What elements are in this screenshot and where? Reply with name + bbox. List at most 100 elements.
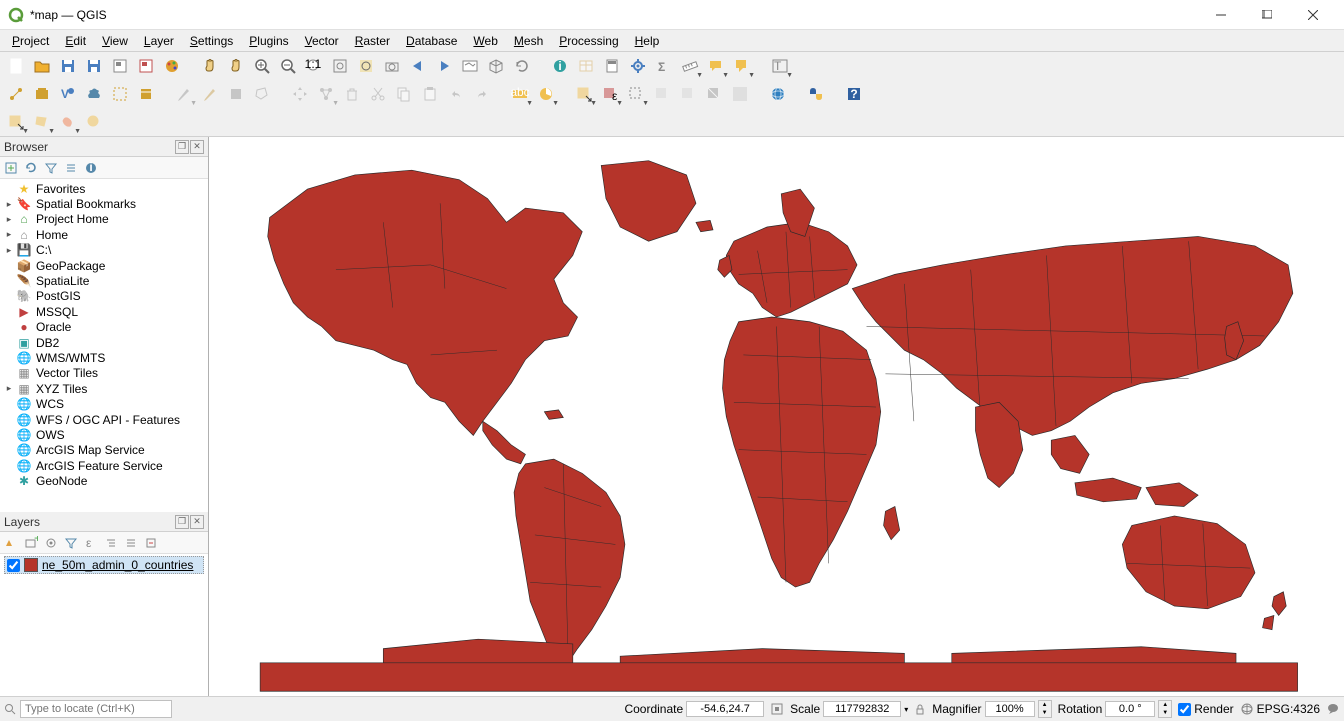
menu-database[interactable]: Database [398, 32, 465, 50]
browser-item-project-home[interactable]: ▸⌂Project Home [0, 212, 208, 227]
collapse-all-button[interactable] [122, 534, 140, 552]
filter-button[interactable] [42, 159, 60, 177]
layout-manager-button[interactable] [134, 54, 158, 78]
layers-panel-header[interactable]: Layers ❐ ✕ [0, 512, 208, 532]
new-spatialite-button[interactable] [82, 82, 106, 106]
browser-item-xyz-tiles[interactable]: ▸▦XYZ Tiles [0, 381, 208, 396]
select-radius-button[interactable] [82, 110, 106, 134]
menu-settings[interactable]: Settings [182, 32, 241, 50]
map-canvas[interactable] [209, 137, 1344, 696]
select-rect-tool-button[interactable]: ▼ [4, 110, 28, 134]
menu-raster[interactable]: Raster [347, 32, 398, 50]
browser-item-arcgis-feature-service[interactable]: 🌐ArcGIS Feature Service [0, 458, 208, 473]
locator-input[interactable] [20, 700, 172, 718]
menu-layer[interactable]: Layer [136, 32, 182, 50]
close-button[interactable] [1290, 0, 1336, 30]
layer-item[interactable]: ne_50m_admin_0_countries [4, 556, 204, 574]
deselect-all-button[interactable]: ▼ [624, 82, 648, 106]
browser-item-spatialite[interactable]: 🪶SpatiaLite [0, 273, 208, 288]
layer-style-button[interactable] [2, 534, 20, 552]
lock-icon[interactable] [914, 703, 926, 715]
menu-help[interactable]: Help [627, 32, 668, 50]
browser-panel-header[interactable]: Browser ❐ ✕ [0, 137, 208, 157]
new-map-view-button[interactable] [458, 54, 482, 78]
browser-tree[interactable]: ★Favorites▸🔖Spatial Bookmarks▸⌂Project H… [0, 179, 208, 512]
map-tips-button[interactable]: ▼ [704, 54, 728, 78]
extents-icon[interactable] [770, 702, 784, 716]
select-features-button[interactable]: ▼ [572, 82, 596, 106]
statistics-button[interactable]: Σ [652, 54, 676, 78]
open-project-button[interactable] [30, 54, 54, 78]
scale-input[interactable] [823, 701, 901, 717]
magnifier-input[interactable] [985, 701, 1035, 717]
remove-layer-button[interactable] [142, 534, 160, 552]
menu-plugins[interactable]: Plugins [241, 32, 296, 50]
browser-item-wfs-ogc-api-features[interactable]: 🌐WFS / OGC API - Features [0, 412, 208, 427]
save-as-button[interactable] [82, 54, 106, 78]
refresh-button[interactable] [510, 54, 534, 78]
panel-close-button[interactable]: ✕ [190, 140, 204, 154]
measure-button[interactable]: ▼ [678, 54, 702, 78]
add-vector-button[interactable] [4, 82, 28, 106]
zoom-selection-button[interactable] [354, 54, 378, 78]
no-action-button[interactable]: T▼ [768, 54, 792, 78]
menu-view[interactable]: View [94, 32, 136, 50]
panel-float-button[interactable]: ❐ [175, 140, 189, 154]
browser-item-favorites[interactable]: ★Favorites [0, 181, 208, 196]
manage-themes-button[interactable] [42, 534, 60, 552]
save-project-button[interactable] [56, 54, 80, 78]
zoom-layer-button[interactable] [380, 54, 404, 78]
maximize-button[interactable] [1244, 0, 1290, 30]
refresh-button[interactable] [22, 159, 40, 177]
new-project-button[interactable] [4, 54, 28, 78]
browser-item-oracle[interactable]: ●Oracle [0, 320, 208, 335]
pan-selection-button[interactable] [224, 54, 248, 78]
menu-web[interactable]: Web [465, 32, 505, 50]
pan-button[interactable] [198, 54, 222, 78]
identify-button[interactable]: i [548, 54, 572, 78]
add-group-button[interactable]: + [22, 534, 40, 552]
new-layout-button[interactable] [108, 54, 132, 78]
zoom-out-button[interactable] [276, 54, 300, 78]
rotation-input[interactable] [1105, 701, 1155, 717]
diagram-tool-button[interactable]: ▼ [534, 82, 558, 106]
python-console-button[interactable] [804, 82, 828, 106]
zoom-last-button[interactable] [406, 54, 430, 78]
layers-list[interactable]: ne_50m_admin_0_countries [0, 554, 208, 696]
label-tool-button[interactable]: abc▼ [508, 82, 532, 106]
select-freehand-button[interactable]: ▼ [56, 110, 80, 134]
field-calculator-button[interactable] [600, 54, 624, 78]
browser-item-arcgis-map-service[interactable]: 🌐ArcGIS Map Service [0, 443, 208, 458]
style-manager-button[interactable] [160, 54, 184, 78]
zoom-in-button[interactable] [250, 54, 274, 78]
browser-item-wcs[interactable]: 🌐WCS [0, 396, 208, 411]
browser-item-geopackage[interactable]: 📦GeoPackage [0, 258, 208, 273]
browser-item-vector-tiles[interactable]: ▦Vector Tiles [0, 366, 208, 381]
add-layer-button[interactable] [2, 159, 20, 177]
crs-button[interactable]: EPSG:4326 [1240, 702, 1320, 716]
toolbox-button[interactable] [626, 54, 650, 78]
metasearch-button[interactable] [766, 82, 790, 106]
browser-item-ows[interactable]: 🌐OWS [0, 427, 208, 442]
menu-mesh[interactable]: Mesh [506, 32, 551, 50]
filter-expression-button[interactable]: ε [82, 534, 100, 552]
browser-item-postgis[interactable]: 🐘PostGIS [0, 289, 208, 304]
panel-float-button[interactable]: ❐ [175, 515, 189, 529]
browser-item-mssql[interactable]: ▶MSSQL [0, 304, 208, 319]
filter-legend-button[interactable] [62, 534, 80, 552]
coordinate-input[interactable] [686, 701, 764, 717]
annotations-button[interactable]: ▼ [730, 54, 754, 78]
zoom-native-button[interactable]: 1:1 [302, 54, 326, 78]
collapse-all-button[interactable] [62, 159, 80, 177]
new-shapefile-button[interactable]: V [56, 82, 80, 106]
browser-item-wms-wmts[interactable]: 🌐WMS/WMTS [0, 350, 208, 365]
menu-processing[interactable]: Processing [551, 32, 626, 50]
menu-vector[interactable]: Vector [297, 32, 347, 50]
rotation-spinner[interactable]: ▲▼ [1158, 700, 1172, 718]
browser-item-spatial-bookmarks[interactable]: ▸🔖Spatial Bookmarks [0, 196, 208, 211]
browser-item-home[interactable]: ▸⌂Home [0, 227, 208, 242]
magnifier-spinner[interactable]: ▲▼ [1038, 700, 1052, 718]
zoom-full-button[interactable] [328, 54, 352, 78]
new-geopackage-button[interactable] [30, 82, 54, 106]
select-polygon-tool-button[interactable]: ▼ [30, 110, 54, 134]
